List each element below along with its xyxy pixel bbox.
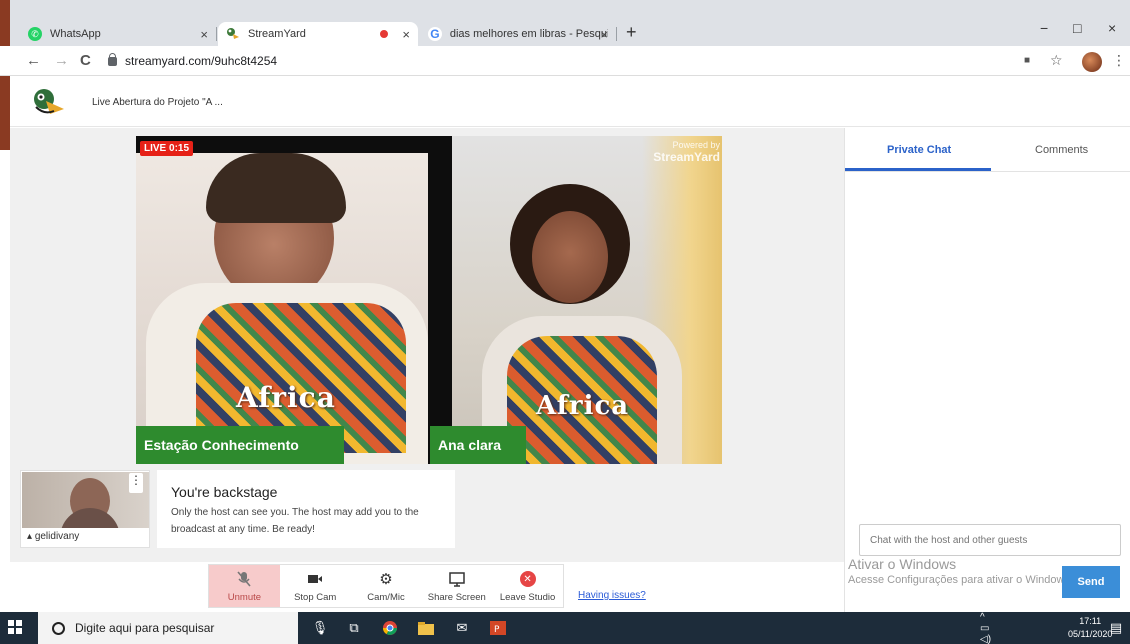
share-screen-button[interactable]: Share Screen bbox=[421, 565, 492, 607]
chat-input[interactable] bbox=[859, 524, 1121, 556]
mail-icon[interactable]: ✉ bbox=[454, 620, 470, 636]
camera-indicator-icon[interactable]: ■ bbox=[1024, 55, 1030, 66]
browser-menu-icon[interactable]: ⋮ bbox=[1112, 52, 1126, 69]
leave-icon: ✕ bbox=[519, 569, 536, 589]
control-label: Stop Cam bbox=[294, 592, 337, 603]
backstage-message: Only the host can see you. The host may … bbox=[171, 507, 419, 535]
lock-icon bbox=[108, 52, 117, 66]
streamyard-watermark: Powered by StreamYard bbox=[650, 140, 720, 164]
windows-start-icon[interactable] bbox=[8, 620, 22, 634]
taskbar-search[interactable]: Digite aqui para pesquisar bbox=[38, 612, 298, 644]
backstage-title: You're backstage bbox=[171, 484, 278, 500]
tab-streamyard[interactable]: StreamYard × bbox=[218, 22, 418, 46]
tab-title: dias melhores em libras - Pesqui bbox=[449, 28, 608, 40]
shirt-print-text: Africa bbox=[536, 391, 630, 421]
close-window-button[interactable]: × bbox=[1108, 20, 1116, 36]
tab-close-icon[interactable]: × bbox=[200, 27, 208, 42]
activation-message: Acesse Configurações para ativar o Windo… bbox=[848, 574, 1073, 586]
tab-title: StreamYard bbox=[248, 28, 306, 40]
self-username-text: gelidivany bbox=[34, 531, 80, 542]
tab-whatsapp[interactable]: ✆ WhatsApp × bbox=[20, 22, 216, 46]
monitor-icon bbox=[449, 569, 465, 589]
stop-cam-button[interactable]: Stop Cam bbox=[280, 565, 351, 607]
clock-time: 17:11 bbox=[1079, 616, 1102, 626]
watermark-brand: StreamYard bbox=[653, 150, 720, 164]
browser-tabstrip: ✆ WhatsApp × StreamYard × G dias melhore… bbox=[0, 0, 1130, 150]
clock-date: 05/11/2020 bbox=[1068, 629, 1113, 639]
url-field[interactable]: streamyard.com/9uhc8t4254 bbox=[108, 51, 1008, 71]
address-bar: ← → C streamyard.com/9uhc8t4254 ■ ☆ ⋮ bbox=[0, 46, 1130, 76]
tab-google-search[interactable]: G dias melhores em libras - Pesqui × bbox=[420, 22, 616, 46]
tab-separator bbox=[216, 27, 217, 41]
recording-icon bbox=[380, 30, 388, 38]
notifications-icon[interactable]: ▤ bbox=[1108, 620, 1124, 636]
participant-face bbox=[532, 211, 608, 303]
tab-private-chat[interactable]: Private Chat bbox=[887, 144, 951, 156]
watermark-powered: Powered by bbox=[672, 140, 720, 150]
minimize-button[interactable]: − bbox=[1040, 20, 1048, 36]
participant-hair bbox=[206, 153, 346, 223]
google-icon: G bbox=[428, 27, 442, 41]
backstage-notice: You're backstage Only the host can see y… bbox=[157, 470, 455, 548]
having-issues-link[interactable]: Having issues? bbox=[578, 590, 646, 601]
control-label: Leave Studio bbox=[499, 592, 556, 603]
control-label: Cam/Mic bbox=[367, 592, 405, 603]
windows-activation-watermark: Ativar o Windows Acesse Configurações pa… bbox=[848, 556, 1073, 586]
studio-header: Live Abertura do Projeto "A ... bbox=[10, 77, 1130, 127]
leave-studio-button[interactable]: ✕ Leave Studio bbox=[492, 565, 563, 607]
active-tab-indicator bbox=[845, 168, 991, 171]
gear-icon: ⚙ bbox=[379, 571, 393, 588]
profile-avatar[interactable] bbox=[1082, 52, 1102, 72]
self-camera-menu-icon[interactable]: ⋮ bbox=[129, 473, 143, 493]
maximize-button[interactable]: □ bbox=[1073, 20, 1081, 36]
url-text: streamyard.com/9uhc8t4254 bbox=[125, 54, 278, 68]
tab-title: WhatsApp bbox=[50, 28, 101, 40]
streamyard-icon bbox=[226, 27, 240, 41]
windows-taskbar: Digite aqui para pesquisar 🎙 ⧉ ✉ P ^ ▭ ◁… bbox=[0, 612, 1130, 644]
svg-text:P: P bbox=[494, 625, 500, 635]
system-tray-icons[interactable]: ^ ▭ ◁) bbox=[980, 612, 996, 644]
mic-off-icon bbox=[237, 569, 251, 589]
broadcast-title: Live Abertura do Projeto "A ... bbox=[92, 97, 223, 108]
whatsapp-icon: ✆ bbox=[28, 27, 42, 41]
streamyard-logo-icon bbox=[34, 89, 64, 114]
self-username: ▴ gelidivany bbox=[27, 531, 79, 542]
taskbar-search-text: Digite aqui para pesquisar bbox=[75, 621, 215, 635]
control-label: Unmute bbox=[227, 592, 262, 603]
shirt-print-text: Africa bbox=[236, 381, 336, 414]
new-tab-button[interactable]: + bbox=[626, 22, 637, 43]
studio-controls: Unmute Stop Cam ⚙ Cam/Mic Share Screen ✕… bbox=[208, 564, 564, 608]
name-tag-participant-1: Estação Conhecimento bbox=[136, 426, 344, 464]
microphone-icon[interactable]: 🎙 bbox=[312, 620, 329, 636]
live-badge: LIVE 0:15 bbox=[140, 141, 194, 156]
cortana-icon bbox=[52, 621, 65, 635]
powerpoint-icon[interactable]: P bbox=[490, 620, 506, 636]
tab-close-icon[interactable]: × bbox=[402, 27, 410, 42]
tab-separator bbox=[616, 27, 617, 41]
tab-comments[interactable]: Comments bbox=[1035, 144, 1088, 156]
chat-panel: Private Chat Comments bbox=[844, 128, 1130, 612]
taskbar-clock[interactable]: 17:11 05/11/2020 bbox=[1068, 615, 1112, 641]
cam-mic-settings-button[interactable]: ⚙ Cam/Mic bbox=[351, 565, 422, 607]
screen: ✆ WhatsApp × StreamYard × G dias melhore… bbox=[0, 0, 1130, 644]
participant-video-1: Africa bbox=[136, 153, 428, 464]
control-label: Share Screen bbox=[427, 592, 486, 603]
tab-close-icon[interactable]: × bbox=[600, 27, 608, 42]
task-view-icon[interactable]: ⧉ bbox=[346, 620, 362, 636]
file-explorer-icon[interactable] bbox=[418, 620, 434, 636]
unmute-button[interactable]: Unmute bbox=[209, 565, 280, 607]
chat-tabs: Private Chat Comments bbox=[845, 128, 1130, 172]
forward-button[interactable]: → bbox=[54, 52, 69, 69]
user-icon: ▴ bbox=[27, 531, 33, 542]
send-button[interactable]: Send bbox=[1062, 566, 1120, 598]
name-tag-participant-2: Ana clara bbox=[430, 426, 526, 464]
self-camera-preview[interactable]: ⋮ ▴ gelidivany bbox=[20, 470, 150, 548]
back-button[interactable]: ← bbox=[26, 52, 41, 69]
participant-video-2: Africa bbox=[452, 136, 722, 464]
bookmark-star-icon[interactable]: ☆ bbox=[1050, 52, 1063, 69]
chrome-taskbar-icon[interactable] bbox=[382, 620, 398, 636]
activation-title: Ativar o Windows bbox=[848, 556, 957, 572]
reload-button[interactable]: C bbox=[80, 52, 91, 69]
camera-icon bbox=[307, 569, 323, 589]
